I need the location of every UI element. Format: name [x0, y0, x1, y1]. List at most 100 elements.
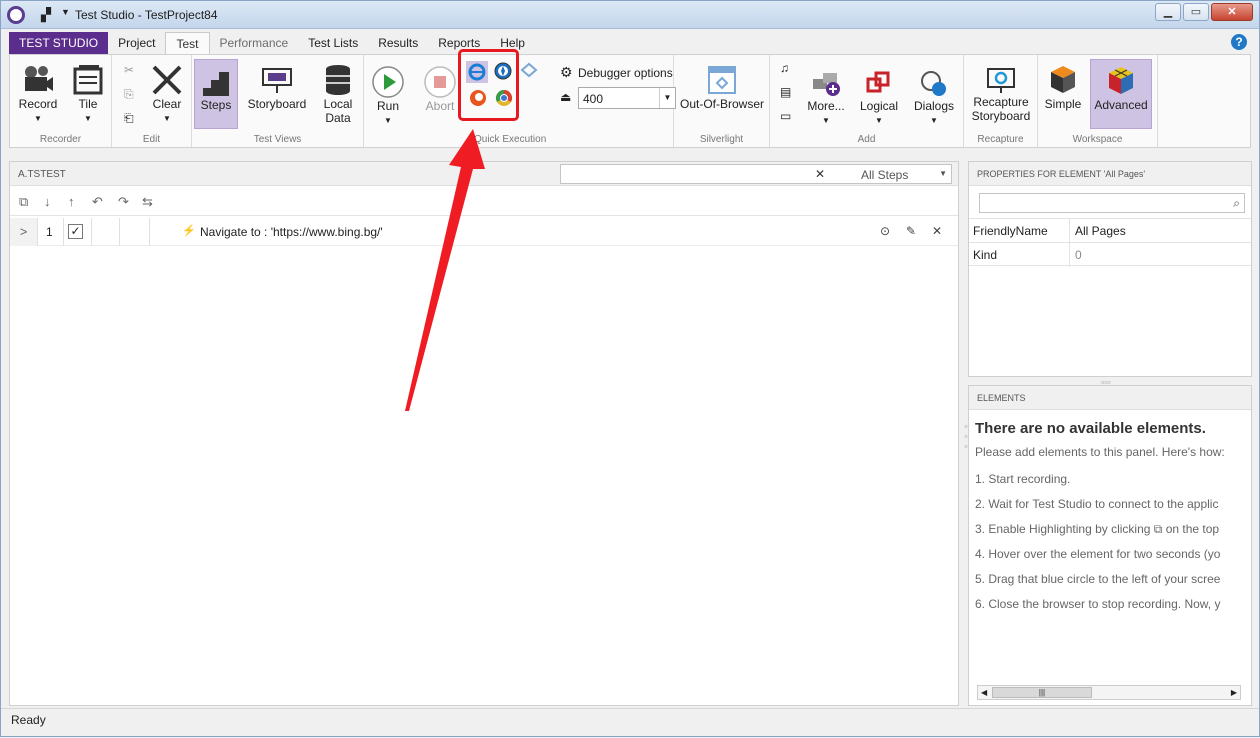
step-filter-dropdown-icon[interactable]: ▼ — [939, 169, 947, 178]
paste-icon[interactable]: ⎗ — [124, 111, 134, 126]
scroll-right-icon[interactable]: ▶ — [1231, 688, 1237, 697]
property-value[interactable]: All Pages — [1075, 224, 1126, 238]
record-button[interactable]: Record ▼ — [14, 63, 62, 126]
add-script-icon[interactable]: ▤ — [780, 85, 791, 99]
delay-value: 400 — [583, 92, 604, 106]
app-gear-icon[interactable] — [7, 6, 25, 24]
steps-stairs-icon — [203, 72, 229, 96]
property-row[interactable]: Kind 0 — [969, 242, 1251, 267]
help-icon[interactable]: ? — [1231, 34, 1247, 50]
group-label-workspace: Workspace — [1072, 134, 1123, 145]
swap-icon[interactable]: ⇆ — [142, 194, 153, 210]
quick-access-dropdown-icon[interactable]: ▼ — [61, 7, 70, 17]
test-file-name: A.TSTEST — [18, 169, 66, 180]
steps-toolbar: ⧉ ↓ ↑ ↶ ↷ ⇆ — [10, 188, 958, 216]
simple-workspace-button[interactable]: Simple — [1040, 63, 1086, 111]
run-dropdown-icon[interactable]: ▼ — [370, 114, 406, 128]
recapture-storyboard-button[interactable]: Recapture Storyboard — [966, 65, 1036, 123]
instruction-step-text: 3. Enable Highlighting by clicking — [975, 522, 1151, 536]
out-of-browser-icon — [708, 66, 736, 94]
abort-button[interactable]: Abort — [420, 65, 460, 113]
steps-button[interactable]: Steps — [194, 59, 238, 129]
tab-results[interactable]: Results — [368, 32, 428, 54]
storyboard-icon — [262, 68, 292, 93]
group-test-views: Steps Storyboard Local Data Test Views — [192, 55, 364, 147]
advanced-workspace-button[interactable]: Advanced — [1090, 59, 1152, 129]
more-dropdown-icon[interactable]: ▼ — [804, 114, 848, 128]
tab-project[interactable]: Project — [108, 32, 165, 54]
group-recapture: Recapture Storyboard Recapture — [964, 55, 1038, 147]
tab-test-studio[interactable]: TEST STUDIO — [9, 32, 109, 54]
out-of-browser-button[interactable]: Out-Of-Browser — [678, 65, 766, 111]
add-comment-icon[interactable]: ▭ — [780, 109, 791, 123]
step-enabled-checkbox[interactable]: ✓ — [68, 224, 83, 239]
clear-button[interactable]: Clear ▼ — [146, 63, 188, 126]
group-label-quick-execution: Quick Execution — [474, 134, 547, 145]
group-label-recorder: Recorder — [39, 134, 82, 145]
no-elements-intro: Please add elements to this panel. Here'… — [975, 445, 1225, 459]
instruction-step-text: on the top — [1165, 522, 1220, 536]
redo-icon[interactable]: ↷ — [118, 194, 129, 210]
clear-filter-icon[interactable]: ✕ — [815, 167, 825, 181]
vertical-splitter-grip-icon[interactable]: ▫▫▫ — [961, 421, 971, 451]
copy-icon[interactable]: ⎘ — [124, 87, 134, 102]
highlight-element-icon[interactable]: ⧉ — [19, 194, 28, 210]
storyboard-label: Storyboard — [247, 97, 307, 111]
group-silverlight: Out-Of-Browser Silverlight — [674, 55, 770, 147]
minimize-button[interactable]: ▁ — [1155, 3, 1181, 21]
recapture-icon — [987, 68, 1015, 93]
local-data-button[interactable]: Local Data — [316, 63, 360, 125]
step-filter-combo[interactable]: ✕ All Steps ▼ — [560, 164, 952, 184]
close-window-button[interactable]: ✕ — [1211, 3, 1253, 21]
property-row[interactable]: FriendlyName All Pages — [969, 218, 1251, 243]
logical-button[interactable]: Logical ▼ — [856, 69, 902, 128]
storyboard-button[interactable]: Storyboard — [244, 63, 310, 111]
table-row[interactable]: > 1 ✓ ⚡ Navigate to : 'https://www.bing.… — [10, 218, 958, 246]
search-icon[interactable]: ⌕ — [1233, 196, 1240, 211]
properties-search-input[interactable]: ⌕ — [979, 193, 1245, 213]
step-settings-icon[interactable]: ⊙ — [880, 224, 890, 238]
silverlight-browser-icon[interactable] — [520, 61, 538, 79]
run-button[interactable]: Run ▼ — [370, 65, 406, 128]
more-add-icon — [813, 73, 840, 96]
scroll-left-icon[interactable]: ◀ — [981, 688, 987, 697]
scroll-thumb[interactable]: ||| — [992, 687, 1092, 698]
undo-icon[interactable]: ↶ — [92, 194, 103, 210]
browser-buttons-highlight — [458, 49, 519, 121]
record-label: Record — [18, 97, 58, 111]
step-number: 1 — [46, 225, 53, 239]
tile-dropdown-icon[interactable]: ▼ — [66, 112, 110, 126]
group-label-test-views: Test Views — [253, 134, 302, 145]
ribbon: Record ▼ Tile ▼ Recorder ✂ ⎘ ⎗ Clear ▼ E… — [9, 54, 1251, 148]
status-bar: Ready — [1, 708, 1259, 736]
property-key: FriendlyName — [973, 224, 1048, 238]
delete-step-icon[interactable]: ✕ — [932, 224, 942, 238]
tab-test-lists[interactable]: Test Lists — [298, 32, 368, 54]
expand-step-icon[interactable]: > — [10, 218, 38, 246]
record-dropdown-icon[interactable]: ▼ — [14, 112, 62, 126]
recapture-label-2: Storyboard — [971, 109, 1031, 123]
property-value[interactable]: 0 — [1075, 248, 1082, 262]
tab-performance[interactable]: Performance — [210, 32, 299, 54]
save-icon[interactable]: ▞ — [41, 7, 51, 23]
cut-icon[interactable]: ✂ — [124, 63, 134, 77]
elements-title: ELEMENTS — [977, 393, 1026, 403]
tab-test[interactable]: Test — [165, 32, 210, 54]
tile-button[interactable]: Tile ▼ — [66, 63, 110, 126]
move-up-icon[interactable]: ↑ — [68, 194, 75, 209]
dialogs-dropdown-icon[interactable]: ▼ — [910, 114, 958, 128]
elements-header: ELEMENTS — [969, 386, 1251, 410]
debugger-options-button[interactable]: Debugger options — [578, 66, 673, 80]
move-down-icon[interactable]: ↓ — [44, 194, 51, 209]
delay-dropdown-icon[interactable]: ▼ — [659, 88, 675, 108]
more-button[interactable]: More... ▼ — [804, 69, 848, 128]
dialogs-button[interactable]: Dialogs ▼ — [910, 69, 958, 128]
tile-icon — [73, 65, 103, 95]
delay-select[interactable]: 400 ▼ — [578, 87, 676, 109]
clear-dropdown-icon[interactable]: ▼ — [146, 112, 188, 126]
edit-step-icon[interactable]: ✎ — [906, 224, 916, 238]
add-step-icon[interactable]: ♫ — [780, 61, 789, 75]
elements-horizontal-scrollbar[interactable]: ◀ ||| ▶ — [977, 685, 1241, 700]
logical-dropdown-icon[interactable]: ▼ — [856, 114, 902, 128]
maximize-button[interactable]: ▭ — [1183, 3, 1209, 21]
